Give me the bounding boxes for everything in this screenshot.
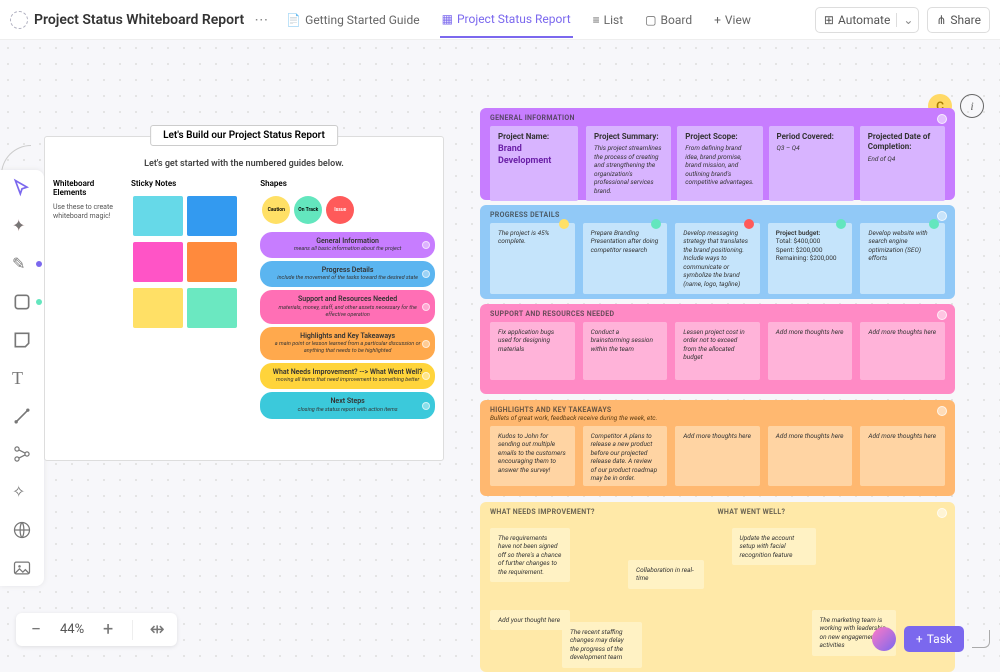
sticky-sample[interactable] [187,242,237,282]
page-title: Project Status Whiteboard Report [34,12,244,28]
section-dot [937,310,947,320]
pen-tool-icon[interactable]: ✎ [12,254,32,274]
shapes-samples: Shapes CautionOn TrackIssue General Info… [260,179,435,439]
pointer-tool-icon[interactable] [12,178,32,198]
section-dot [937,114,947,124]
sticky-sample[interactable] [133,196,183,236]
general-card[interactable]: Project Scope:From defining brand idea, … [677,126,762,201]
support-card[interactable]: Add more thoughts here [860,322,945,380]
whiteboard-icon: ▦ [442,12,453,26]
section-progress-details[interactable]: PROGRESS DETAILS The project is 45% comp… [480,205,955,299]
status-circle[interactable]: Issue [326,196,354,224]
doc-icon: 📄 [286,13,301,27]
view-tabs: 📄 Getting Started Guide ▦ Project Status… [284,2,753,38]
fit-width-icon[interactable]: ⇹ [147,619,167,640]
section-dot [937,211,947,221]
connector-tool-icon[interactable] [12,406,32,426]
progress-card[interactable]: Project budget:Total: $400,000Spent: $20… [768,223,853,294]
section-label-bar[interactable]: Next Stepsclosing the status report with… [260,392,435,418]
section-label-bar[interactable]: Highlights and Key Takeawaysa main point… [260,327,435,360]
section-general-information[interactable]: GENERAL INFORMATION Project Name: Brand … [480,108,955,200]
tab-list[interactable]: ≡ List [591,13,626,37]
robot-icon: ⊞ [824,13,834,27]
frame-title: Let's Build our Project Status Report [150,125,338,146]
improvement-card[interactable]: The requirements have not been signed of… [490,528,570,582]
guide-frame[interactable]: Let's Build our Project Status Report Le… [44,136,444,461]
tab-board[interactable]: ▢ Board [643,13,694,37]
more-icon[interactable]: ⋯ [250,12,272,28]
share-button[interactable]: ⋔ Share [927,7,990,33]
status-circle[interactable]: On Track [294,196,322,224]
support-card[interactable]: Conduct a brainstorming session within t… [583,322,668,380]
improvement-card[interactable]: Add your thought here [490,610,570,630]
col1-hint: Use these to create whiteboard magic! [53,203,125,221]
improvement-card[interactable]: The recent staffing changes may delay th… [562,622,642,668]
sticky-sample[interactable] [187,288,237,328]
zoom-level[interactable]: 44% [60,622,84,637]
left-toolbar: ✦ ✎ T ✧ [0,170,44,586]
highlight-card[interactable]: Add more thoughts here [860,426,945,486]
improvement-card[interactable]: Collaboration in real-time [628,560,704,589]
ai-sparkle-icon[interactable]: ✧ [12,482,32,502]
progress-card[interactable]: Prepare Branding Presentation after doin… [583,223,668,294]
general-card[interactable]: Projected Date of Completion:End of Q4 [860,126,945,201]
col1-header: Whiteboard Elements [53,179,125,197]
section-dot [937,508,947,518]
plus-icon: + [714,13,721,27]
highlight-card[interactable]: Competitor A plans to release a new prod… [583,426,668,486]
section-label-bar[interactable]: General Informationmeans all basic infor… [260,232,435,258]
general-card[interactable]: Period Covered:Q3 – Q4 [769,126,854,201]
task-button[interactable]: + Task [904,626,964,652]
zoom-out-icon[interactable]: − [26,619,46,640]
settings-icon[interactable] [10,11,28,29]
home-icon[interactable]: ✦ [12,216,32,236]
sticky-samples: Sticky Notes [131,179,254,439]
zoom-controls: − 44% + ⇹ [16,613,177,646]
section-highlights[interactable]: HIGHLIGHTS AND KEY TAKEAWAYS Bullets of … [480,400,955,496]
tab-project-status-report[interactable]: ▦ Project Status Report [440,12,573,38]
highlight-card[interactable]: Add more thoughts here [768,426,853,486]
chevron-down-icon[interactable]: ⌄ [896,13,910,27]
tab-getting-started[interactable]: 📄 Getting Started Guide [284,13,421,37]
status-circle[interactable]: Caution [262,196,290,224]
plus-icon: + [916,632,923,646]
automate-button[interactable]: ⊞ Automate ⌄ [815,7,919,33]
sticky-sample[interactable] [187,196,237,236]
board-icon: ▢ [645,13,656,27]
progress-card[interactable]: The project is 45% complete. [490,223,575,294]
shape-tool-icon[interactable] [12,292,32,312]
share-icon: ⋔ [936,13,946,27]
sticky-sample[interactable] [133,288,183,328]
went-well-card[interactable]: Update the account setup with facial rec… [732,528,816,565]
zoom-in-icon[interactable]: + [98,619,118,640]
highlight-card[interactable]: Add more thoughts here [675,426,760,486]
sticky-sample[interactable] [133,242,183,282]
progress-card[interactable]: Develop website with search engine optim… [860,223,945,294]
sticky-tool-icon[interactable] [12,330,32,350]
section-label-bar[interactable]: Progress Detailsinclude the movement of … [260,261,435,287]
top-bar: Project Status Whiteboard Report ⋯ 📄 Get… [0,0,1000,40]
section-label-bar[interactable]: What Needs Improvement? --> What Went We… [260,363,435,389]
whiteboard-canvas[interactable]: C i ✦ ✎ T ✧ Let's Build our Project Stat… [0,40,1000,662]
support-card[interactable]: Fix application bugs used for designing … [490,322,575,380]
support-card[interactable]: Add more thoughts here [768,322,853,380]
highlight-card[interactable]: Kudos to John for sending out multiple e… [490,426,575,486]
resize-handle-icon[interactable] [972,630,990,648]
list-icon: ≡ [593,13,600,27]
frame-subtitle: Let's get started with the numbered guid… [45,159,443,169]
general-card[interactable]: Project Summary:This project streamlines… [586,126,671,201]
section-label-bar[interactable]: Support and Resources Neededmaterials, m… [260,290,435,323]
web-icon[interactable] [12,520,32,540]
support-card[interactable]: Lessen project cost in order not to exce… [675,322,760,380]
progress-card[interactable]: Develop messaging strategy that translat… [675,223,760,294]
ai-button[interactable] [872,627,896,651]
info-icon[interactable]: i [960,94,984,118]
tab-add-view[interactable]: + View [712,13,753,37]
section-support-resources[interactable]: SUPPORT AND RESOURCES NEEDED Fix applica… [480,304,955,394]
relations-icon[interactable] [12,444,32,464]
section-dot [937,406,947,416]
image-tool-icon[interactable] [12,558,32,578]
text-tool-icon[interactable]: T [12,368,32,388]
